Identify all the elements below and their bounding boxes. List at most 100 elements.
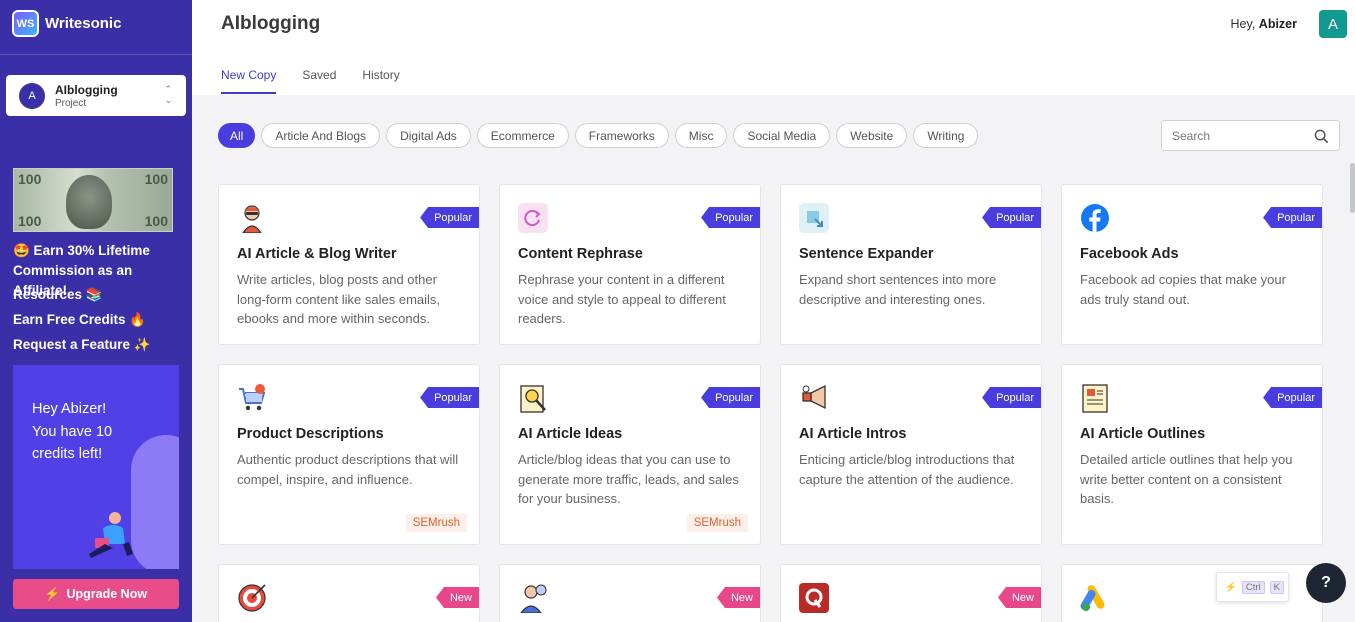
card-description: Enticing article/blog introductions that… (799, 452, 1015, 487)
help-button[interactable]: ? (1306, 563, 1346, 603)
upgrade-label: Upgrade Now (66, 587, 148, 601)
card-badge: Popular (1263, 387, 1322, 408)
scrollbar[interactable] (1350, 163, 1355, 213)
request-feature-link[interactable]: Request a Feature ✨ (13, 337, 151, 353)
filter-frameworks[interactable]: Frameworks (574, 123, 669, 148)
card-title: AI Article Outlines (1080, 426, 1206, 442)
header: AIblogging Hey, Abizer A New Copy Saved … (192, 0, 1355, 95)
target-icon (237, 583, 267, 613)
sidebar: WS Writesonic A AIblogging Project ⌃ ⌄ 10… (0, 0, 192, 622)
card-badge: New (435, 587, 479, 608)
project-name: AIblogging (55, 82, 118, 97)
resources-link[interactable]: Resources 📚 (13, 287, 103, 303)
lightning-icon: ⚡ (44, 586, 61, 601)
page-title: AIblogging (221, 13, 321, 34)
template-card[interactable]: New (218, 564, 480, 622)
card-badge: Popular (701, 207, 760, 228)
template-card[interactable]: Popular AI Article & Blog Writer Write art… (218, 184, 480, 345)
k-key: K (1269, 580, 1284, 594)
filter-article-and-blogs[interactable]: Article And Blogs (261, 123, 381, 148)
card-badge: Popular (982, 207, 1041, 228)
filter-social-media[interactable]: Social Media (733, 123, 831, 148)
dollar-number: 100 (18, 213, 42, 229)
dollar-number: 100 (18, 171, 42, 187)
card-description: Facebook ad copies that make your ads tr… (1080, 272, 1286, 307)
credits-card: Hey Abizer! You have 10 credits left! (13, 365, 179, 569)
card-badge: Popular (701, 387, 760, 408)
rephrase-icon (518, 203, 548, 233)
tabs: New Copy Saved History (221, 68, 400, 94)
greeting: Hey, Abizer (1231, 17, 1297, 31)
tab-new-copy[interactable]: New Copy (221, 68, 277, 94)
template-card[interactable]: Popular Product Descriptions Authentic pro… (218, 364, 480, 545)
template-card[interactable]: Popular Facebook Ads Facebook ad copies th… (1061, 184, 1323, 345)
dollar-number: 100 (144, 171, 168, 187)
semrush-tag: SEMrush (405, 514, 467, 532)
dollar-bill-image[interactable]: 100 100 100 100 (13, 168, 173, 232)
tab-history[interactable]: History (362, 68, 399, 94)
ctrl-key: Ctrl (1241, 580, 1265, 594)
chevron-up-down-icon: ⌃ ⌄ (164, 84, 172, 105)
card-badge: Popular (420, 387, 479, 408)
logo-text: Writesonic (45, 15, 122, 32)
search-box (1161, 120, 1340, 151)
card-description: Expand short sentences into more descrip… (799, 272, 997, 307)
writesonic-logo-icon: WS (12, 10, 39, 37)
card-description: Authentic product descriptions that will… (237, 452, 459, 487)
greeting-prefix: Hey, (1230, 17, 1256, 31)
card-description: Rephrase your content in a different voi… (518, 272, 726, 326)
search-input[interactable] (1172, 128, 1312, 143)
command-shortcut-hint[interactable]: ⚡ Ctrl K (1216, 572, 1289, 602)
card-description: Detailed article outlines that help you … (1080, 452, 1293, 506)
upgrade-button[interactable]: ⚡ Upgrade Now (13, 579, 179, 609)
category-filters: All Article And Blogs Digital Ads Ecomme… (218, 123, 979, 148)
template-card[interactable]: Popular Content Rephrase Rephrase your con… (499, 184, 761, 345)
tab-saved[interactable]: Saved (302, 68, 336, 94)
card-badge: New (716, 587, 760, 608)
card-title: Sentence Expander (799, 246, 934, 262)
card-title: Facebook Ads (1080, 246, 1179, 262)
reading-person-illustration (89, 512, 133, 558)
google-ads-icon (1080, 583, 1110, 613)
megaphone-icon (799, 383, 829, 413)
template-card[interactable]: Popular AI Article Ideas Article/blog idea… (499, 364, 761, 545)
facebook-icon (1080, 203, 1110, 233)
filter-misc[interactable]: Misc (674, 123, 728, 148)
card-description: Article/blog ideas that you can use to g… (518, 452, 739, 506)
filter-writing[interactable]: Writing (913, 123, 979, 148)
template-card[interactable]: New (499, 564, 761, 622)
idea-book-icon (518, 383, 548, 413)
card-title: AI Article Intros (799, 426, 907, 442)
newspaper-icon (1080, 383, 1110, 413)
template-card[interactable]: Popular Sentence Expander Expand short sen… (780, 184, 1042, 345)
shopping-cart-icon (237, 383, 267, 413)
sidebar-divider (0, 54, 192, 55)
semrush-tag: SEMrush (686, 514, 748, 532)
quora-icon (799, 583, 829, 613)
analyst-icon (518, 583, 548, 614)
expand-icon (799, 203, 829, 233)
card-description: Write articles, blog posts and other lon… (237, 272, 441, 326)
card-title: Content Rephrase (518, 246, 643, 262)
card-badge: New (997, 587, 1041, 608)
logo[interactable]: WS Writesonic (12, 10, 121, 37)
earn-credits-link[interactable]: Earn Free Credits 🔥 (13, 312, 146, 328)
template-card[interactable]: Popular AI Article Intros Enticing article… (780, 364, 1042, 545)
project-avatar: A (19, 82, 45, 109)
card-title: AI Article & Blog Writer (237, 246, 397, 262)
filter-website[interactable]: Website (836, 123, 908, 148)
card-badge: Popular (1263, 207, 1322, 228)
filter-all[interactable]: All (218, 123, 256, 148)
lightning-icon: ⚡ (1225, 581, 1237, 593)
credits-text: Hey Abizer! You have 10 credits left! (32, 401, 113, 462)
card-badge: Popular (982, 387, 1041, 408)
writer-avatar-icon (237, 203, 267, 234)
template-card[interactable]: New (780, 564, 1042, 622)
search-icon[interactable] (1314, 129, 1329, 144)
filter-digital-ads[interactable]: Digital Ads (386, 123, 471, 148)
user-avatar[interactable]: A (1319, 10, 1347, 38)
template-card[interactable]: Popular AI Article Outlines Detailed artic… (1061, 364, 1323, 545)
filter-ecommerce[interactable]: Ecommerce (476, 123, 569, 148)
project-switcher[interactable]: A AIblogging Project ⌃ ⌄ (6, 75, 186, 116)
card-title: AI Article Ideas (518, 426, 623, 442)
